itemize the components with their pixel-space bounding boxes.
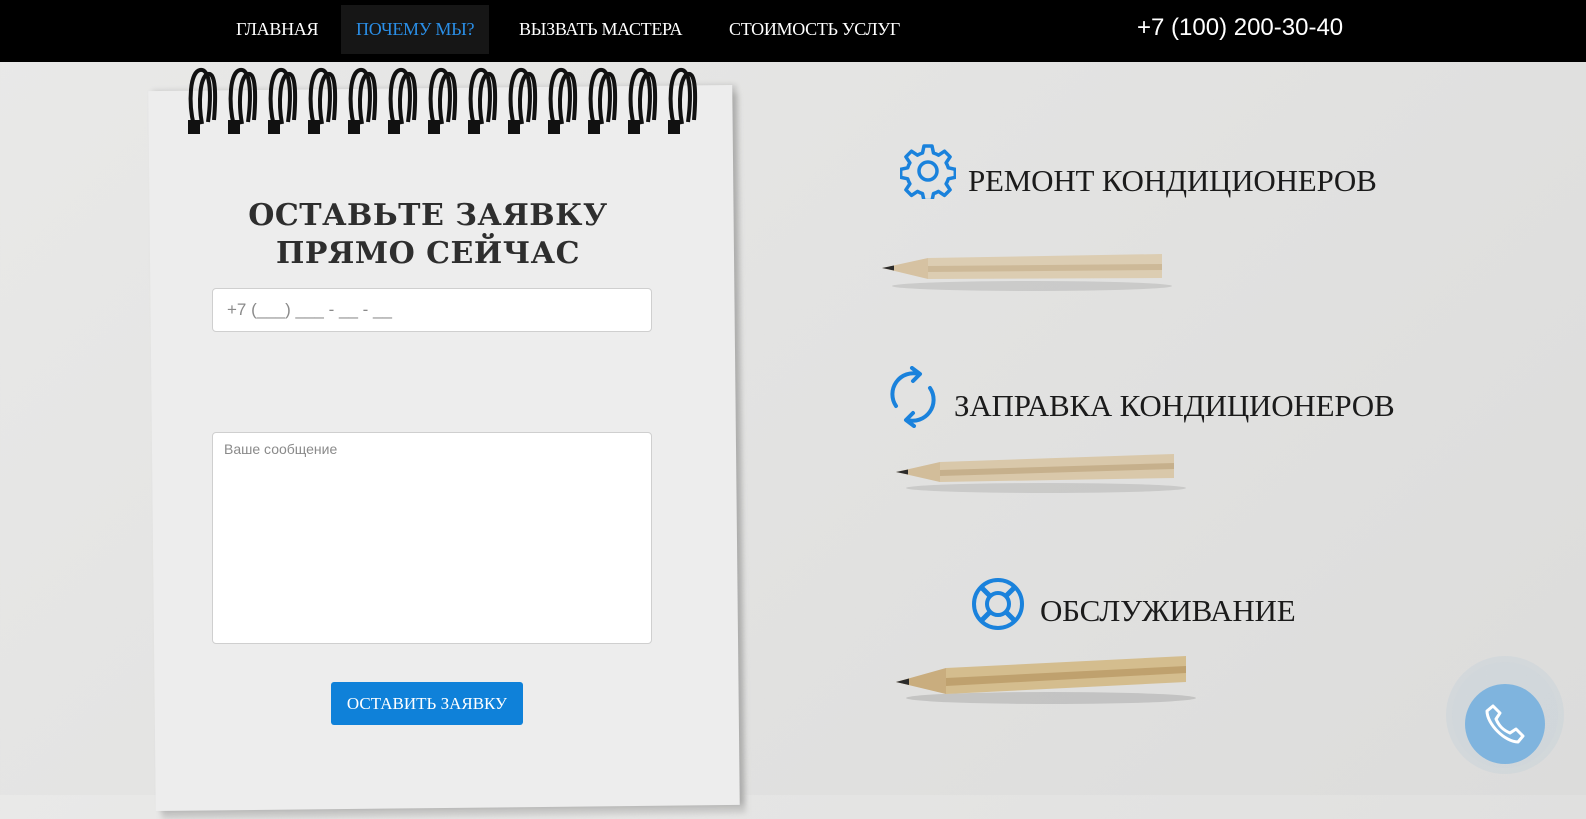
submit-request-button[interactable]: Оставить заявку (331, 682, 523, 725)
callback-button[interactable] (1465, 684, 1545, 764)
form-title: Оставьте заявку прямо сейчас (218, 197, 638, 273)
header-phone-number[interactable]: +7 (100) 200-30-40 (1137, 14, 1343, 42)
pencil-illustration (896, 454, 1186, 493)
form-title-line-1: Оставьте заявку (248, 197, 608, 233)
service-refill-label: Заправка кондиционеров (954, 388, 1395, 423)
pencil-illustration (896, 656, 1196, 704)
gear-icon (900, 144, 956, 199)
nav-item-home[interactable]: Главная (236, 5, 318, 54)
notepad-spiral-binding (188, 67, 698, 134)
message-textarea[interactable] (212, 432, 652, 644)
nav-item-why-us[interactable]: Почему мы? (341, 5, 490, 54)
phone-input[interactable] (212, 288, 652, 332)
nav-item-prices[interactable]: Стоимость услуг (729, 5, 900, 54)
service-repair-label: Ремонт кондиционеров (968, 163, 1377, 198)
phone-icon (1485, 704, 1525, 744)
top-navigation-bar: Главная Почему мы? Вызвать мастера Стоим… (0, 0, 1586, 62)
nav-item-call-master[interactable]: Вызвать мастера (519, 5, 682, 54)
pencil-illustration (882, 254, 1172, 291)
refresh-icon (890, 366, 936, 428)
lifebuoy-icon (972, 578, 1024, 630)
form-title-line-2: прямо сейчас (276, 235, 580, 271)
service-maintenance-label: Обслуживание (1040, 593, 1296, 628)
